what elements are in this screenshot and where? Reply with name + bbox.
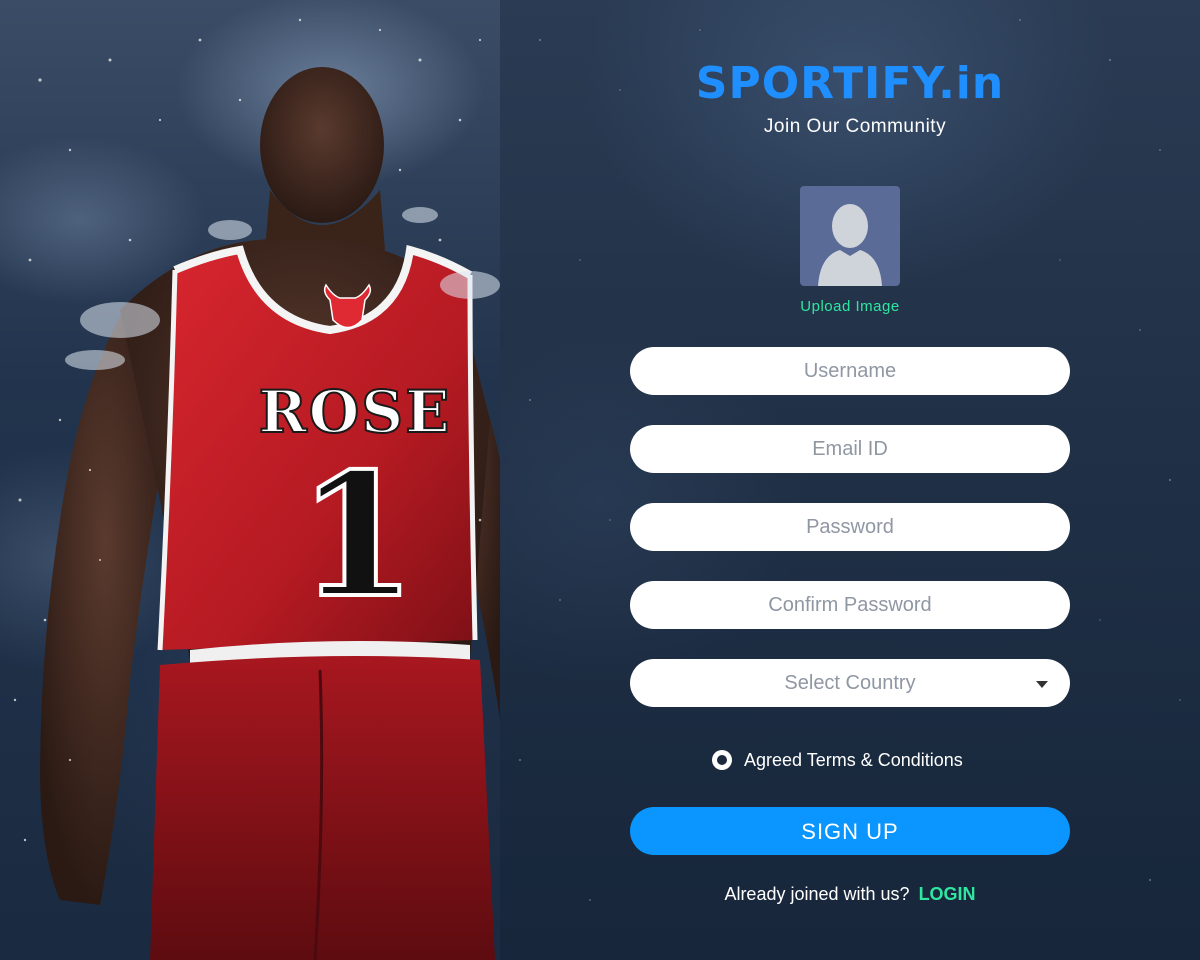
signup-panel: SPORTIFY.in Join Our Community Upload Im… <box>500 0 1200 960</box>
email-input[interactable] <box>630 425 1070 473</box>
username-input[interactable] <box>630 347 1070 395</box>
login-prompt: Already joined with us? LOGIN <box>500 884 1200 905</box>
country-select[interactable]: Select Country <box>630 659 1070 707</box>
terms-radio[interactable] <box>712 750 732 770</box>
brand-name: SPORTIFY <box>695 58 939 109</box>
signup-button[interactable]: SIGN UP <box>630 807 1070 855</box>
terms-label[interactable]: Agreed Terms & Conditions <box>744 750 963 771</box>
login-link[interactable]: LOGIN <box>919 884 976 904</box>
basketball-player-illustration: ROSE 1 <box>13 18 500 960</box>
jersey-number: 1 <box>298 436 416 636</box>
terms-row: Agreed Terms & Conditions <box>712 748 963 772</box>
tagline: Join Our Community <box>763 116 947 137</box>
upload-image-link[interactable]: Upload Image <box>750 298 950 315</box>
password-input[interactable] <box>630 503 1070 551</box>
brand-tld: .in <box>938 58 1005 109</box>
confirm-password-input[interactable] <box>630 581 1070 629</box>
user-silhouette-icon <box>818 204 882 286</box>
avatar-upload[interactable] <box>800 186 900 286</box>
country-select-value: Select Country <box>784 672 916 694</box>
login-prompt-text: Already joined with us? <box>724 884 910 904</box>
brand-logo[interactable]: SPORTIFY.in <box>500 56 1200 112</box>
chevron-down-icon <box>1036 681 1048 688</box>
hero-image: ROSE 1 <box>0 0 500 960</box>
